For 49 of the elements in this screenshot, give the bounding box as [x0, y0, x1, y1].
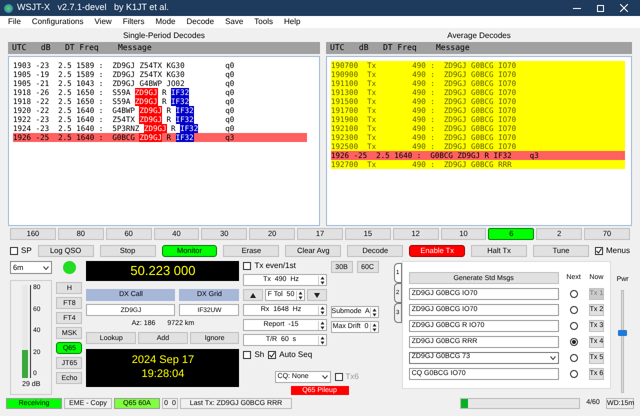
- chevron-icon: [550, 356, 556, 360]
- next-radio[interactable]: [570, 338, 578, 346]
- checkbox[interactable]: SP: [10, 244, 32, 256]
- spin-arrows-icon: [296, 290, 304, 300]
- slider-thumb[interactable]: [618, 330, 628, 336]
- status-light: [62, 261, 76, 274]
- up-arrow-button[interactable]: [243, 289, 264, 301]
- next-radio[interactable]: [570, 306, 578, 314]
- menu-item[interactable]: Tools: [254, 16, 273, 28]
- power-slider[interactable]: [621, 290, 624, 393]
- check-icon: [596, 248, 602, 254]
- column-header: UTC dB DT Freq Message: [326, 42, 632, 54]
- spin-arrows-icon: [370, 322, 378, 332]
- date-text: 2024 Sep 17: [132, 354, 194, 368]
- menu-item[interactable]: Configurations: [32, 16, 84, 28]
- panel-title: Average Decodes: [446, 30, 512, 42]
- spin-arrows-icon: [370, 308, 378, 317]
- checkbox[interactable]: Menus: [594, 244, 630, 256]
- up-triangle-icon: [250, 292, 256, 298]
- menu-item[interactable]: Mode: [155, 16, 176, 28]
- menu-item[interactable]: Filters: [122, 16, 144, 28]
- spin-arrows-icon: [318, 276, 326, 284]
- menu-item[interactable]: Save: [225, 16, 244, 28]
- chevron-icon: [322, 375, 328, 379]
- menu-item[interactable]: Decode: [186, 16, 214, 28]
- next-radio[interactable]: [570, 354, 578, 362]
- down-arrow-button[interactable]: [306, 289, 327, 301]
- close-icon[interactable]: [620, 4, 628, 12]
- spin-arrows-icon: [318, 320, 326, 330]
- spin-arrows-icon: [318, 306, 326, 314]
- globe-icon: [4, 4, 13, 12]
- column-header: UTC dB DT Freq Message: [8, 42, 320, 54]
- panel-title: Single-Period Decodes: [122, 30, 206, 42]
- menu-item[interactable]: View: [94, 16, 112, 28]
- maximize-icon[interactable]: [597, 4, 604, 12]
- menu-item[interactable]: File: [8, 16, 21, 28]
- check-icon: [269, 352, 276, 358]
- frequency-display: 50.223 000: [86, 261, 240, 281]
- checkbox[interactable]: Auto Seq: [268, 349, 312, 361]
- next-radio[interactable]: [570, 370, 578, 378]
- chevron-icon: [43, 266, 50, 270]
- down-triangle-icon: [314, 292, 320, 298]
- checkbox[interactable]: Sh: [243, 349, 264, 361]
- window-title: WSJT-X v2.7.1-devel by K1JT et al.: [17, 1, 169, 14]
- next-radio[interactable]: [570, 322, 578, 330]
- time-text: 19:28:04: [142, 368, 184, 382]
- spin-arrows-icon: [318, 336, 326, 344]
- menu-item[interactable]: Help: [284, 16, 300, 28]
- checkbox[interactable]: Tx even/1st: [243, 261, 327, 271]
